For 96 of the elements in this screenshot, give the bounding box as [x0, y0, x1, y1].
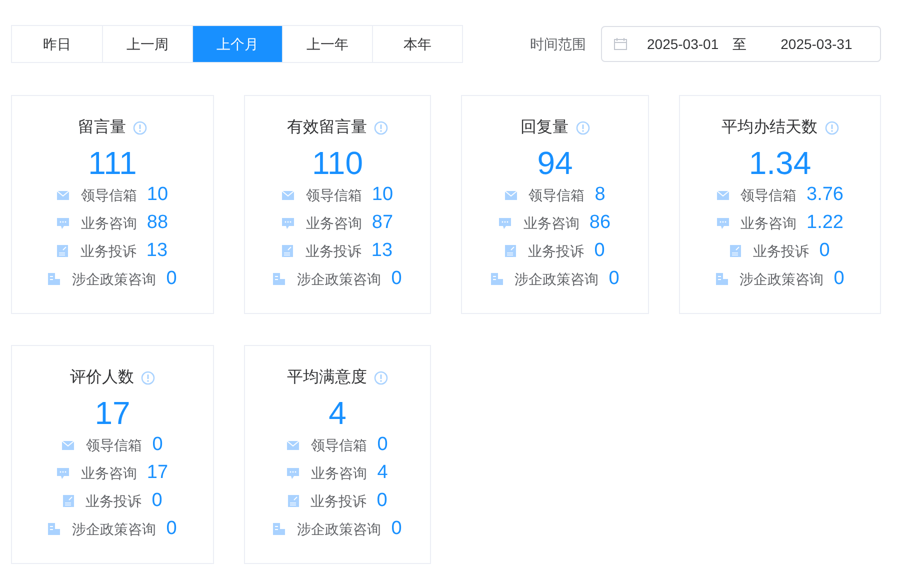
row-value: 0	[166, 516, 177, 541]
time-range-label: 时间范围	[530, 34, 586, 54]
envelope-icon	[716, 190, 728, 200]
building-icon	[273, 273, 286, 285]
card-title: 评价人数	[70, 368, 134, 388]
chat-icon	[56, 218, 69, 228]
card-value: 110	[312, 144, 363, 183]
envelope-icon	[504, 190, 517, 200]
building-icon	[48, 523, 60, 535]
row-value: 0	[391, 516, 402, 541]
card-value: 1.34	[748, 144, 812, 183]
info-icon	[824, 121, 838, 135]
row-value: 0	[152, 488, 162, 513]
envelope-icon	[287, 440, 300, 450]
card-value: 17	[94, 394, 130, 433]
row-label: 业务咨询	[306, 214, 362, 232]
row-value: 17	[146, 460, 168, 485]
row-label: 业务投诉	[80, 242, 136, 260]
row-value: 1.22	[806, 210, 844, 235]
row-label: 涉企政策咨询	[514, 270, 599, 288]
document-icon	[730, 245, 742, 257]
row-value: 87	[372, 210, 394, 235]
card-value: 4	[328, 394, 346, 433]
row-label: 业务投诉	[86, 492, 142, 510]
card-value: 94	[537, 144, 573, 183]
row-value: 8	[594, 182, 606, 207]
info-icon	[141, 371, 155, 385]
document-icon	[282, 245, 294, 257]
chat-icon	[716, 218, 728, 228]
row-label: 领导信箱	[528, 186, 585, 204]
row-label: 业务咨询	[311, 464, 368, 482]
row-label: 业务投诉	[528, 242, 584, 260]
chat-icon	[499, 218, 512, 228]
building-icon	[490, 273, 503, 285]
row-label: 领导信箱	[311, 436, 368, 454]
range-separator: 至	[732, 34, 747, 54]
start-date: 2025-03-01	[647, 34, 719, 54]
card-title: 平均办结天数	[722, 118, 818, 138]
row-value: 0	[376, 488, 388, 513]
row-label: 涉企政策咨询	[297, 270, 382, 288]
document-icon	[288, 495, 299, 507]
row-value: 0	[608, 266, 620, 291]
card-title: 平均满意度	[287, 368, 367, 388]
info-icon	[374, 371, 388, 385]
row-label: 业务投诉	[753, 242, 810, 260]
envelope-icon	[282, 190, 294, 200]
row-label: 业务咨询	[523, 214, 580, 232]
row-label: 涉企政策咨询	[297, 520, 382, 538]
row-value: 13	[371, 238, 393, 263]
row-label: 涉企政策咨询	[72, 270, 156, 288]
row-value: 0	[594, 238, 605, 263]
card-title: 回复量	[520, 118, 568, 138]
row-label: 涉企政策咨询	[740, 270, 824, 288]
date-range-field[interactable]: 2025-03-01 至 2025-03-31	[601, 26, 881, 62]
info-icon	[576, 121, 590, 135]
card-title: 有效留言量	[287, 118, 367, 138]
row-label: 业务投诉	[305, 242, 362, 260]
calendar-icon	[614, 38, 627, 50]
row-value: 88	[146, 210, 168, 235]
chat-icon	[287, 468, 300, 478]
envelope-icon	[56, 190, 69, 200]
row-value: 0	[391, 266, 402, 291]
row-label: 业务咨询	[80, 464, 137, 482]
row-label: 领导信箱	[740, 186, 796, 204]
chat-icon	[56, 468, 69, 478]
end-date: 2025-03-31	[780, 34, 852, 54]
row-value: 13	[146, 238, 168, 263]
card-value: 111	[88, 144, 137, 183]
row-value: 86	[589, 210, 611, 235]
building-icon	[273, 523, 286, 535]
building-icon	[48, 273, 60, 285]
row-label: 业务咨询	[740, 214, 796, 232]
document-icon	[62, 495, 74, 507]
card-title: 留言量	[78, 118, 126, 138]
row-value: 0	[819, 238, 830, 263]
row-label: 业务咨询	[80, 214, 137, 232]
row-value: 0	[377, 432, 388, 457]
row-value: 0	[152, 432, 163, 457]
row-value: 10	[372, 182, 394, 207]
building-icon	[716, 273, 728, 285]
chat-icon	[282, 218, 294, 228]
row-label: 领导信箱	[86, 436, 142, 454]
row-label: 领导信箱	[306, 186, 362, 204]
row-value: 10	[146, 182, 168, 207]
info-icon	[374, 121, 388, 135]
document-icon	[57, 245, 68, 257]
row-label: 领导信箱	[80, 186, 137, 204]
row-value: 3.76	[806, 182, 844, 207]
row-value: 4	[377, 460, 388, 485]
row-label: 业务投诉	[310, 492, 367, 510]
row-value: 0	[166, 266, 177, 291]
info-icon	[133, 121, 147, 135]
document-icon	[505, 245, 516, 257]
envelope-icon	[62, 440, 74, 450]
row-label: 涉企政策咨询	[72, 520, 156, 538]
row-value: 0	[834, 266, 844, 291]
